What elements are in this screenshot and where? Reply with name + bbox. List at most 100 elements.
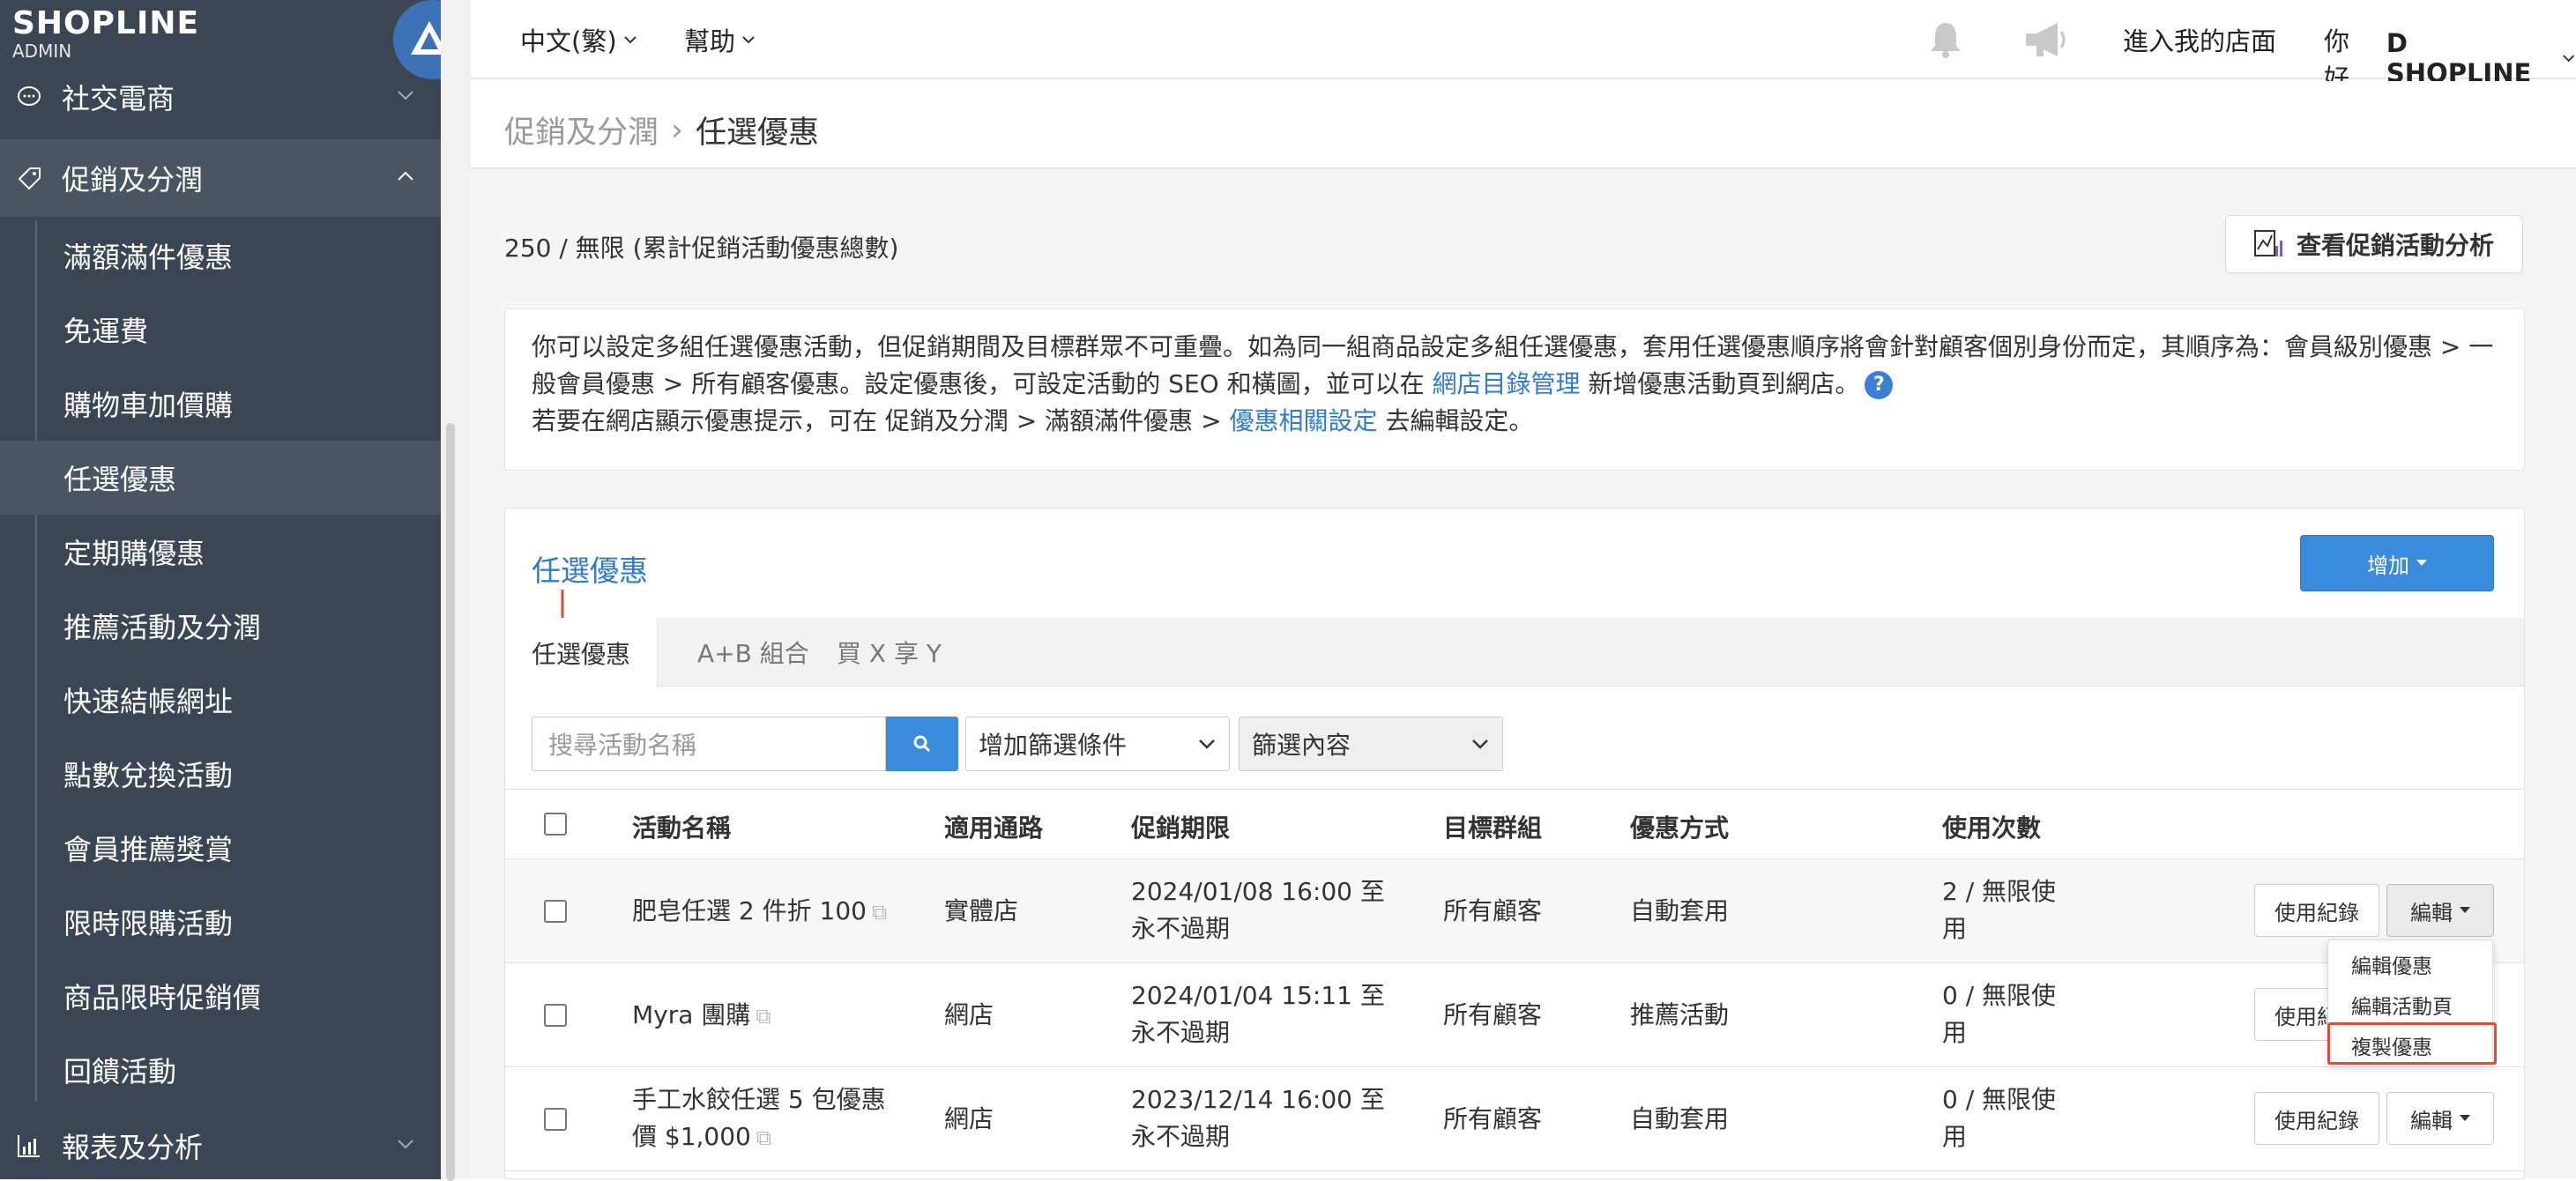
language-menu[interactable]: 中文(繁) bbox=[520, 21, 638, 58]
chevron-down-icon bbox=[742, 36, 755, 44]
chart-icon bbox=[14, 1131, 44, 1161]
sidebar-item-label: 回饋活動 bbox=[63, 1055, 177, 1088]
table-row: Myra 團購 ⧉ 網店 2024/01/04 15:11 至永不過期 所有顧客 … bbox=[505, 963, 2524, 1067]
promotion-name[interactable]: Myra 團購 ⧉ bbox=[632, 997, 771, 1035]
sidebar-item-points[interactable]: 點數兌換活動 bbox=[0, 737, 441, 811]
chevron-down-icon bbox=[398, 1140, 413, 1149]
sidebar-item-label: 任選優惠 bbox=[63, 463, 177, 496]
sidebar-item-label: 快速結帳網址 bbox=[63, 685, 234, 718]
visit-store-label: 進入我的店面 bbox=[2123, 26, 2277, 56]
select-all-checkbox[interactable] bbox=[544, 813, 567, 836]
chevron-down-icon bbox=[623, 36, 637, 44]
column-header: 使用次數 bbox=[1942, 813, 2042, 843]
sidebar-item-subscription[interactable]: 定期購優惠 bbox=[0, 515, 441, 589]
period-start: 2024/01/04 15:11 至 bbox=[1131, 981, 1385, 1010]
tabs-bar: 任選優惠 A+B 組合 買 X 享 Y bbox=[505, 618, 2524, 688]
sidebar-item-rebate[interactable]: 回饋活動 bbox=[0, 1033, 441, 1107]
search-button[interactable] bbox=[886, 717, 958, 771]
info-text: 若要在網店顯示優惠提示，可在 促銷及分潤 > 滿額滿件優惠 > bbox=[532, 406, 1230, 435]
sidebar-group-reports[interactable]: 報表及分析 bbox=[0, 1107, 441, 1179]
promotion-name-text: Myra 團購 bbox=[632, 1000, 751, 1029]
add-label: 增加 bbox=[2367, 553, 2409, 578]
sidebar-item-free-shipping[interactable]: 免運費 bbox=[0, 293, 441, 367]
language-label: 中文(繁) bbox=[520, 26, 617, 56]
usage-count: 0 / 無限使用 bbox=[1942, 977, 2056, 1051]
filter-content-select[interactable]: 篩選內容 bbox=[1239, 717, 1503, 771]
question-icon[interactable]: ? bbox=[1865, 371, 1894, 399]
sidebar-item-bundle-pricing[interactable]: 任選優惠 bbox=[0, 441, 441, 515]
period: 2023/12/14 16:00 至永不過期 bbox=[1131, 1081, 1385, 1155]
edit-button[interactable]: 編輯 bbox=[2386, 1092, 2494, 1145]
sidebar-item-threshold-discount[interactable]: 滿額滿件優惠 bbox=[0, 219, 441, 293]
logo[interactable]: SHOPLINE ADMIN bbox=[0, 0, 441, 62]
chevron-down-icon bbox=[1472, 739, 1488, 749]
edit-label: 編輯 bbox=[2410, 1108, 2453, 1133]
usage-count: 2 / 無限使用 bbox=[1942, 873, 2056, 947]
sidebar-item-label: 推薦活動及分潤 bbox=[63, 611, 262, 644]
view-analysis-button[interactable]: 查看促銷活動分析 bbox=[2225, 215, 2523, 273]
chat-bubble-icon bbox=[14, 82, 44, 112]
edit-button[interactable]: 編輯 bbox=[2386, 884, 2494, 937]
promotion-name[interactable]: 手工水餃任選 5 包優惠價 $1,000 ⧉ bbox=[632, 1081, 886, 1156]
tab-label: A+B 組合 bbox=[697, 639, 809, 668]
breadcrumb-separator-icon: › bbox=[671, 112, 684, 148]
menu-item-edit-promotion[interactable]: 編輯優惠 bbox=[2328, 944, 2494, 984]
menu-item-edit-page[interactable]: 編輯活動頁 bbox=[2328, 984, 2494, 1025]
sidebar-item-label: 會員推薦獎賞 bbox=[63, 833, 234, 866]
promotions-panel: 任選優惠 增加 任選優惠 A+B 組合 買 X 享 Y 搜尋活動名稱 增加篩選條… bbox=[504, 508, 2525, 1179]
usage-line-2: 用 bbox=[1942, 914, 1968, 943]
table-header: 活動名稱 適用通路 促銷期限 目標群組 優惠方式 使用次數 bbox=[505, 789, 2524, 859]
sidebar-item-referral[interactable]: 推薦活動及分潤 bbox=[0, 589, 441, 663]
sidebar-item-limited-purchase[interactable]: 限時限購活動 bbox=[0, 885, 441, 959]
tab-bundle-pricing[interactable]: 任選優惠 bbox=[505, 618, 659, 688]
sidebar-group-label: 報表及分析 bbox=[62, 1131, 204, 1164]
usage-history-button[interactable]: 使用紀錄 bbox=[2254, 1092, 2379, 1145]
filter-select[interactable]: 增加篩選條件 bbox=[965, 717, 1230, 771]
promotion-name[interactable]: 肥皂任選 2 件折 100 ⧉ bbox=[632, 893, 887, 931]
catalog-management-link[interactable]: 網店目錄管理 bbox=[1432, 369, 1580, 398]
discount-method: 推薦活動 bbox=[1630, 1000, 1730, 1029]
add-button[interactable]: 增加 bbox=[2300, 535, 2494, 591]
info-text: 般會員優惠 > 所有顧客優惠。設定優惠後，可設定活動的 SEO 和橫圖，並可以在 bbox=[532, 369, 1433, 398]
edit-label: 編輯 bbox=[2410, 900, 2453, 925]
search-input[interactable]: 搜尋活動名稱 bbox=[532, 717, 886, 771]
menu-item-label: 編輯活動頁 bbox=[2351, 996, 2453, 1019]
sidebar-item-flash-price[interactable]: 商品限時促銷價 bbox=[0, 959, 441, 1033]
period-end: 永不過期 bbox=[1131, 1122, 1231, 1151]
row-checkbox[interactable] bbox=[544, 1004, 567, 1027]
usage-history-button[interactable]: 使用紀錄 bbox=[2254, 884, 2379, 937]
sidebar-group-promotions[interactable]: 促銷及分潤 bbox=[0, 139, 441, 217]
usage-line-2: 用 bbox=[1942, 1122, 1968, 1151]
breadcrumb: 促銷及分潤 › 任選優惠 bbox=[504, 108, 819, 152]
period-end: 永不過期 bbox=[1131, 1018, 1231, 1047]
sidebar-item-member-referral[interactable]: 會員推薦獎賞 bbox=[0, 811, 441, 885]
help-menu[interactable]: 幫助 bbox=[684, 21, 756, 58]
user-name: D SHOPLINE bbox=[2386, 28, 2532, 88]
external-link-icon[interactable]: ⧉ bbox=[756, 1004, 771, 1029]
megaphone-icon[interactable] bbox=[2022, 19, 2070, 63]
sidebar-scrollbar[interactable] bbox=[446, 423, 455, 1181]
promotion-settings-link[interactable]: 優惠相關設定 bbox=[1229, 406, 1377, 435]
sidebar-item-cart-addon[interactable]: 購物車加價購 bbox=[0, 367, 441, 441]
info-text: 去編輯設定。 bbox=[1377, 406, 1534, 435]
channel: 網店 bbox=[944, 1000, 994, 1029]
external-link-icon[interactable]: ⧉ bbox=[756, 1125, 771, 1150]
row-checkbox[interactable] bbox=[544, 1108, 567, 1131]
visit-store-link[interactable]: 進入我的店面 bbox=[2123, 21, 2276, 58]
sidebar-item-express-checkout[interactable]: 快速結帳網址 bbox=[0, 663, 441, 737]
usage-history-label: 使用紀錄 bbox=[2274, 900, 2359, 925]
caret-down-icon bbox=[2460, 1115, 2470, 1121]
breadcrumb-parent[interactable]: 促銷及分潤 bbox=[504, 108, 659, 152]
sidebar-item-label: 點數兌換活動 bbox=[63, 759, 234, 792]
brand-name: SHOPLINE bbox=[12, 5, 200, 41]
sidebar-item-label: 定期購優惠 bbox=[63, 537, 205, 570]
row-checkbox[interactable] bbox=[544, 900, 567, 923]
column-header: 促銷期限 bbox=[1131, 813, 1231, 843]
sidebar-group-social[interactable]: 社交電商 bbox=[0, 58, 441, 136]
target-group: 所有顧客 bbox=[1443, 1000, 1543, 1029]
period-end: 永不過期 bbox=[1131, 914, 1231, 943]
tab-buy-x-get-y[interactable]: 買 X 享 Y bbox=[810, 618, 968, 687]
main-content: 促銷及分潤 › 任選優惠 250 / 無限 (累計促銷活動優惠總數) 查看促銷活… bbox=[471, 81, 2576, 1179]
bell-icon[interactable] bbox=[1925, 19, 1966, 63]
external-link-icon[interactable]: ⧉ bbox=[872, 900, 887, 925]
